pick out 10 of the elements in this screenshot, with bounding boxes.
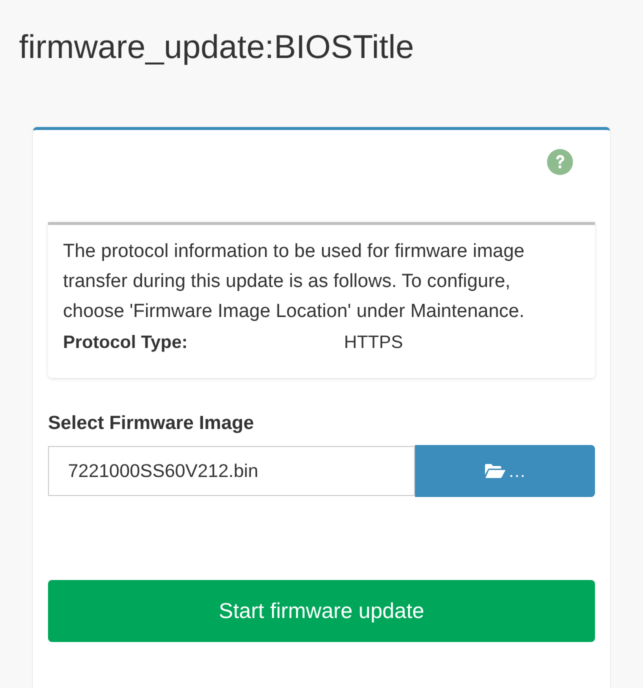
folder-icon bbox=[484, 463, 506, 479]
protocol-type-label: Protocol Type: bbox=[63, 331, 189, 354]
protocol-type-value: HTTPS bbox=[344, 331, 404, 354]
browse-button[interactable]: … bbox=[415, 445, 595, 497]
file-name-field[interactable]: 7221000SS60V212.bin bbox=[48, 446, 415, 496]
page-title: firmware_update:BIOSTitle bbox=[19, 29, 414, 65]
select-firmware-label: Select Firmware Image bbox=[48, 412, 254, 436]
help-icon[interactable] bbox=[547, 149, 573, 175]
start-firmware-update-button[interactable]: Start firmware update bbox=[48, 580, 595, 642]
info-text: The protocol information to be used for firmware image transfer during this update is as follows. To configure, choose 'Firmware Image Location' under Maintenance. bbox=[63, 240, 526, 324]
